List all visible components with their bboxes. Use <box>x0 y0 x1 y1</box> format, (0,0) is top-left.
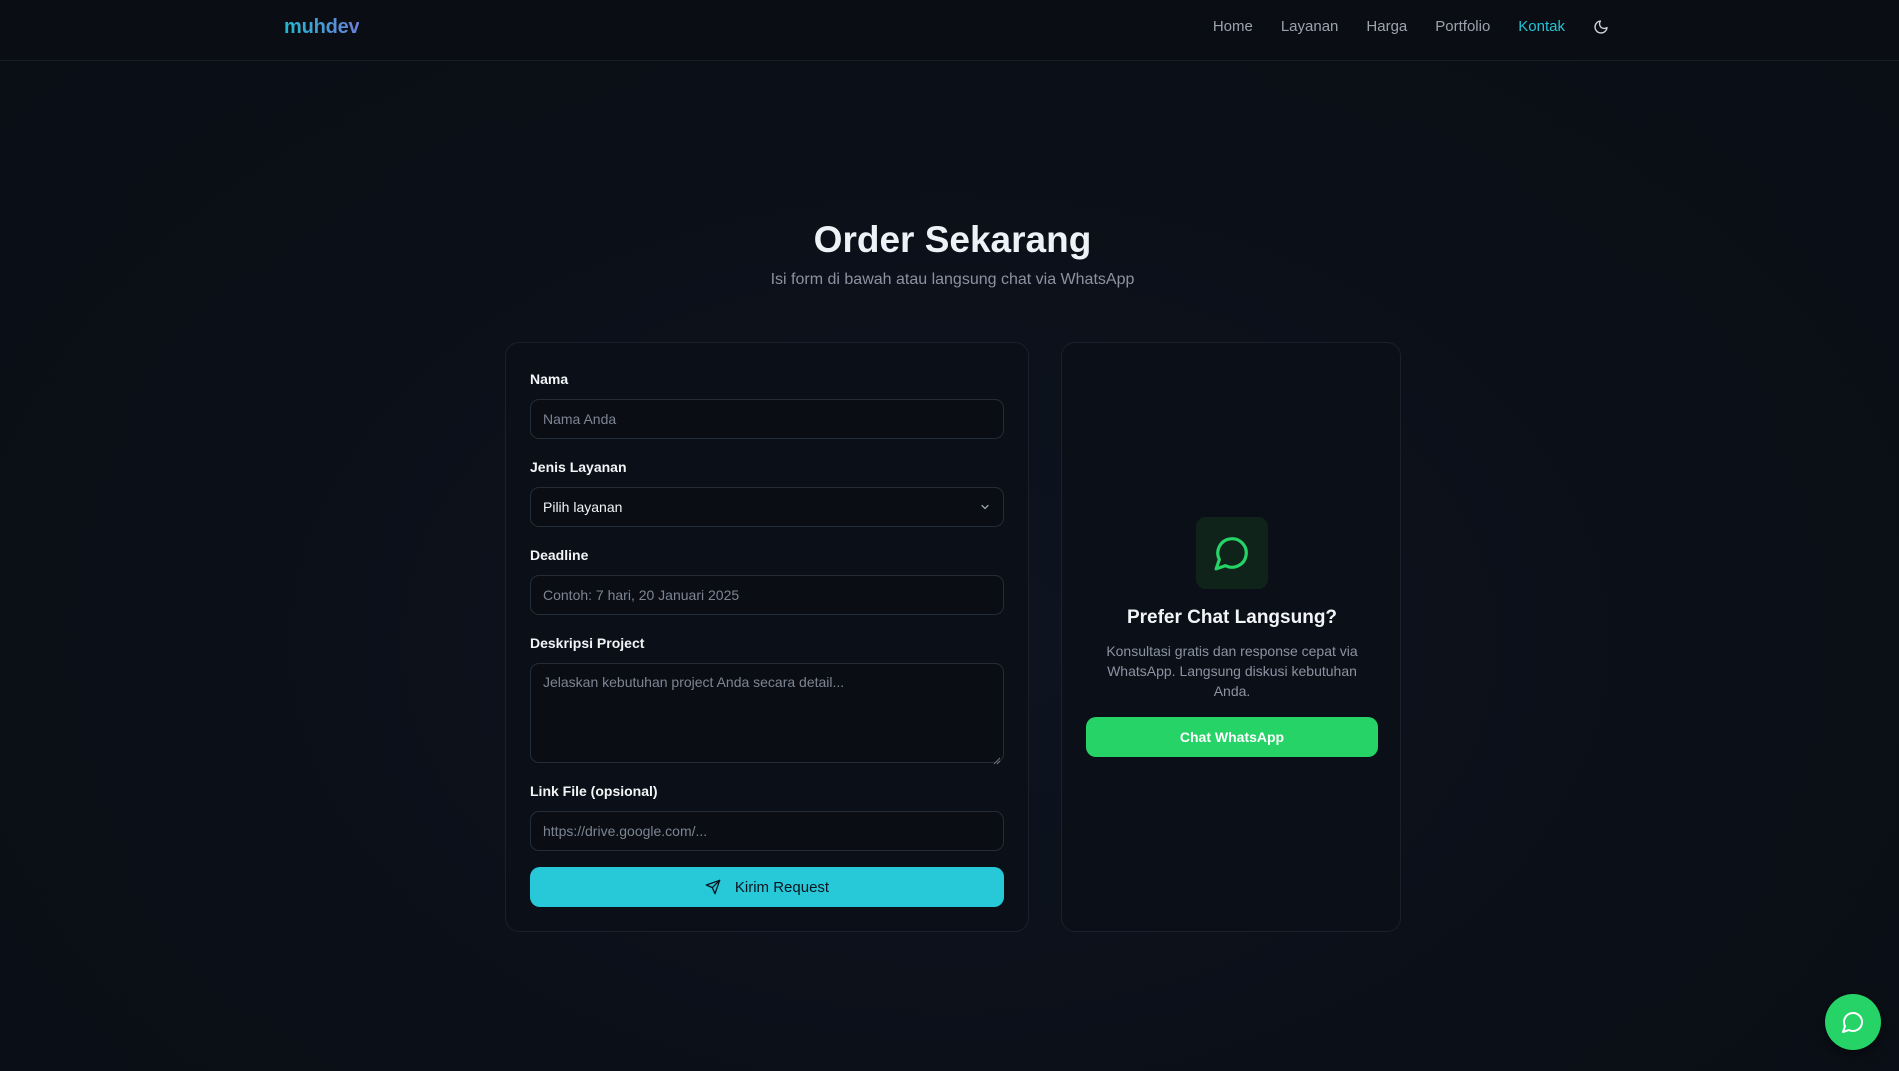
nav-home[interactable]: Home <box>1213 18 1253 35</box>
chat-whatsapp-button[interactable]: Chat WhatsApp <box>1086 717 1378 757</box>
chevron-down-icon <box>979 501 991 513</box>
service-select[interactable]: Pilih layanan <box>530 487 1004 527</box>
send-icon <box>705 879 721 895</box>
nav-harga[interactable]: Harga <box>1366 18 1407 35</box>
chat-bubble-icon <box>1841 1010 1865 1034</box>
nav-links: Home Layanan Harga Portfolio Kontak <box>1213 18 1609 35</box>
nav-kontak[interactable]: Kontak <box>1518 18 1565 35</box>
link-label: Link File (opsional) <box>530 783 658 799</box>
whatsapp-card-description: Konsultasi gratis dan response cepat via… <box>1106 643 1358 699</box>
service-label: Jenis Layanan <box>530 459 627 475</box>
link-input[interactable]: https://drive.google.com/... <box>530 811 1004 851</box>
whatsapp-chat-icon <box>1196 517 1268 589</box>
name-input[interactable]: Nama Anda <box>530 399 1004 439</box>
deadline-input[interactable]: Contoh: 7 hari, 20 Januari 2025 <box>530 575 1004 615</box>
order-form: Nama Nama Anda Jenis Layanan Pilih layan… <box>505 342 1029 932</box>
resize-handle-icon[interactable] <box>993 752 1001 765</box>
submit-request-button[interactable]: Kirim Request <box>530 867 1004 907</box>
top-navbar: muhdev Home Layanan Harga Portfolio Kont… <box>0 0 1899 61</box>
description-label: Deskripsi Project <box>530 635 645 651</box>
nav-layanan[interactable]: Layanan <box>1281 18 1339 35</box>
page-title: Order Sekarang <box>813 219 1092 260</box>
nav-portfolio[interactable]: Portfolio <box>1435 18 1490 35</box>
description-textarea[interactable]: Jelaskan kebutuhan project Anda secara d… <box>530 663 1004 765</box>
page-subtitle: Isi form di bawah atau langsung chat via… <box>770 271 1135 288</box>
service-select-value: Pilih layanan <box>543 499 623 515</box>
floating-whatsapp-button[interactable] <box>1825 994 1881 1050</box>
deadline-label: Deadline <box>530 547 589 563</box>
logo[interactable]: muhdev <box>284 16 360 39</box>
moon-icon[interactable] <box>1593 19 1609 35</box>
whatsapp-card: Prefer Chat Langsung? Konsultasi gratis … <box>1061 342 1401 932</box>
name-label: Nama <box>530 371 569 387</box>
description-placeholder: Jelaskan kebutuhan project Anda secara d… <box>543 674 845 690</box>
whatsapp-card-title: Prefer Chat Langsung? <box>1126 607 1338 628</box>
submit-label: Kirim Request <box>734 878 830 896</box>
